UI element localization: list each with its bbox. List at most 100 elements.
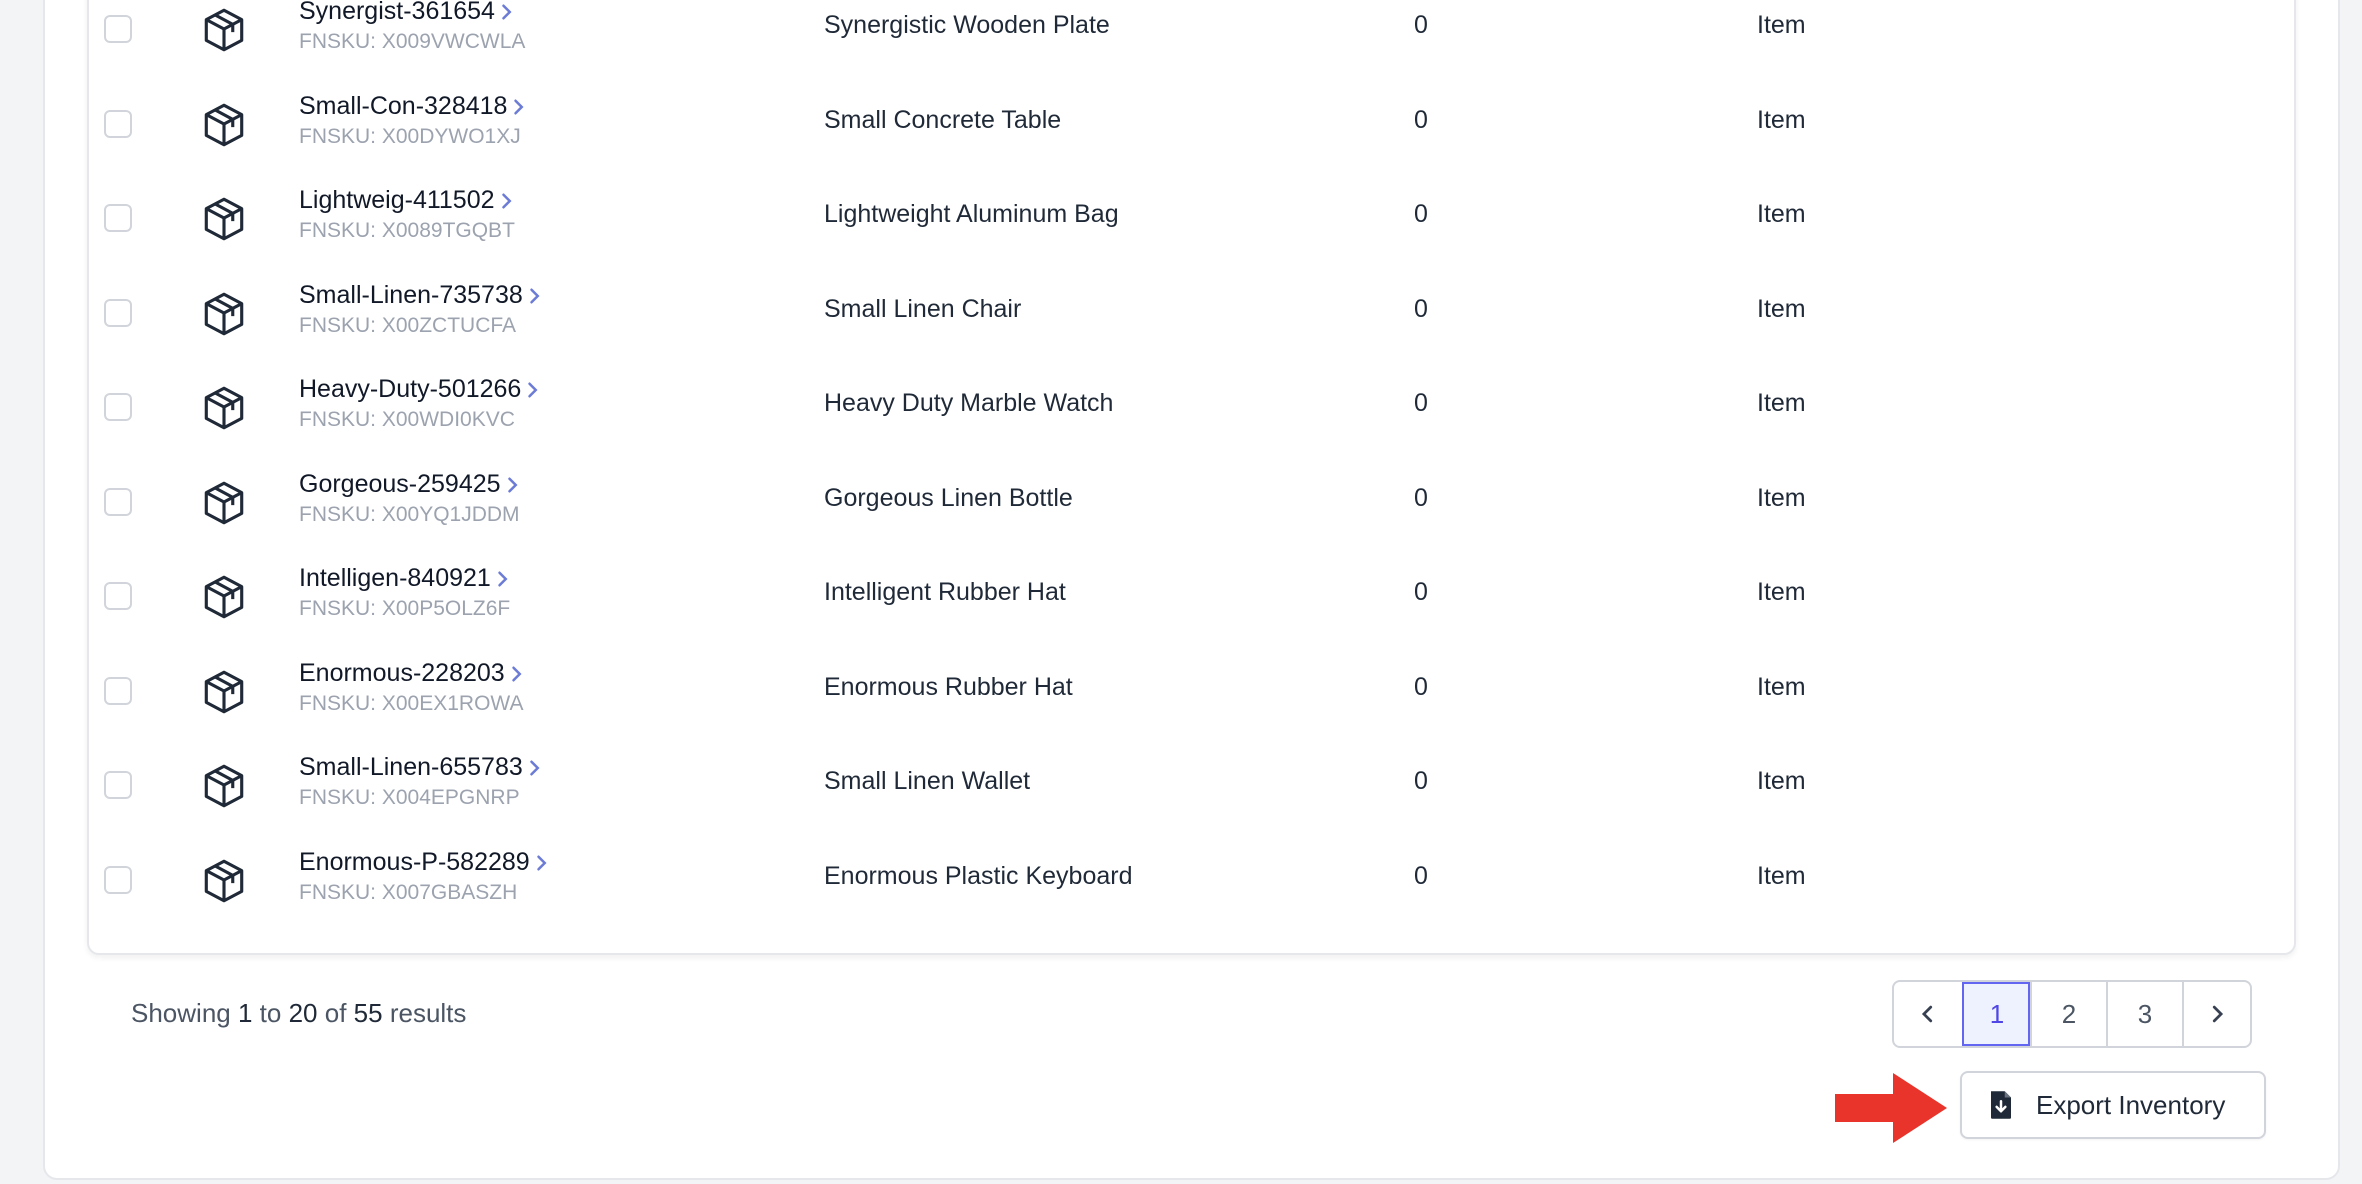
export-inventory-button[interactable]: Export Inventory [1960, 1071, 2266, 1139]
sku-text: Lightweig-411502 [299, 186, 495, 214]
type-value: Item [1757, 483, 1806, 512]
type-value: Item [1757, 861, 1806, 890]
chevron-right-icon [528, 382, 538, 398]
sku-text: Enormous-228203 [299, 658, 505, 687]
row-checkbox[interactable] [104, 582, 132, 610]
table-row: Enormous-P-582289 FNSKU: X007GBASZH Enor… [89, 842, 2294, 936]
fnsku-text: FNSKU: X00EX1ROWA [299, 691, 524, 715]
chevron-right-icon [2212, 1005, 2224, 1023]
type-value: Item [1757, 767, 1806, 795]
chevron-right-icon [498, 571, 508, 587]
fnsku-text: FNSKU: X00P5OLZ6F [299, 597, 511, 620]
results-to: 20 [288, 998, 318, 1028]
quantity-value: 0 [1414, 294, 1428, 323]
sku-text: Small-Linen-735738 [299, 280, 523, 309]
sku-link[interactable]: Small-Linen-735738 [299, 281, 541, 310]
table-row: Heavy-Duty-501266 FNSKU: X00WDI0KVC Heav… [89, 369, 2294, 463]
page-button-3[interactable]: 3 [2106, 982, 2182, 1046]
to-label: to [259, 998, 282, 1028]
results-total: 55 [353, 998, 383, 1028]
sku-cell: Enormous-228203 FNSKU: X00EX1ROWA [299, 659, 523, 716]
type-value: Item [1757, 105, 1806, 134]
sku-text: Synergist-361654 [299, 0, 495, 25]
sku-link[interactable]: Lightweig-411502 [299, 186, 515, 215]
type-value: Item [1757, 389, 1806, 417]
quantity-value: 0 [1414, 578, 1428, 606]
sku-cell: Gorgeous-259425 FNSKU: X00YQ1JDDM [299, 470, 520, 527]
product-title: Small Concrete Table [824, 105, 1062, 134]
of-label: of [324, 998, 347, 1028]
sku-link[interactable]: Intelligen-840921 [299, 564, 510, 593]
page-button-1[interactable]: 1 [1962, 982, 2030, 1046]
product-title: Gorgeous Linen Bottle [824, 483, 1073, 512]
prev-page-button[interactable] [1894, 982, 1962, 1046]
next-page-button[interactable] [2182, 982, 2250, 1046]
package-box-icon [204, 859, 244, 902]
sku-link[interactable]: Gorgeous-259425 [299, 470, 520, 499]
sku-cell: Intelligen-840921 FNSKU: X00P5OLZ6F [299, 564, 510, 621]
table-row: Small-Linen-735738 FNSKU: X00ZCTUCFA Sma… [89, 275, 2294, 369]
quantity-value: 0 [1414, 672, 1428, 701]
product-title: Lightweight Aluminum Bag [824, 200, 1119, 228]
fnsku-text: FNSKU: X00WDI0KVC [299, 408, 515, 431]
quantity-value: 0 [1414, 11, 1428, 39]
table-row: Enormous-228203 FNSKU: X00EX1ROWA Enormo… [89, 653, 2294, 747]
sku-link[interactable]: Heavy-Duty-501266 [299, 375, 539, 404]
row-checkbox[interactable] [104, 393, 132, 421]
row-checkbox[interactable] [104, 204, 132, 232]
results-from: 1 [237, 998, 253, 1028]
row-checkbox[interactable] [104, 298, 132, 327]
fnsku-text: FNSKU: X0089TGQBT [299, 219, 515, 242]
annotation-arrow-icon [1835, 1073, 1947, 1143]
type-value: Item [1757, 11, 1806, 39]
sku-cell: Heavy-Duty-501266 FNSKU: X00WDI0KVC [299, 375, 539, 432]
package-box-icon [204, 103, 244, 146]
fnsku-text: FNSKU: X00DYWO1XJ [299, 124, 521, 148]
sku-link[interactable]: Small-Con-328418 [299, 92, 525, 121]
row-checkbox[interactable] [104, 15, 132, 43]
quantity-value: 0 [1414, 483, 1428, 512]
table-row: Intelligen-840921 FNSKU: X00P5OLZ6F Inte… [89, 558, 2294, 652]
sku-cell: Synergist-361654 FNSKU: X009VWCWLA [299, 0, 525, 54]
file-download-icon [1991, 1091, 2011, 1119]
row-checkbox[interactable] [104, 865, 132, 894]
package-box-icon [204, 386, 244, 430]
type-value: Item [1757, 672, 1806, 701]
quantity-value: 0 [1414, 105, 1428, 134]
showing-label: Showing [131, 998, 231, 1028]
sku-text: Heavy-Duty-501266 [299, 375, 522, 403]
chevron-right-icon [501, 193, 512, 209]
row-checkbox[interactable] [104, 109, 132, 138]
row-checkbox[interactable] [104, 676, 132, 705]
package-box-icon [204, 575, 244, 619]
sku-link[interactable]: Synergist-361654 [299, 0, 525, 26]
fnsku-text: FNSKU: X00ZCTUCFA [299, 313, 517, 337]
package-box-icon [204, 481, 244, 524]
row-checkbox[interactable] [104, 771, 132, 799]
quantity-value: 0 [1414, 200, 1428, 228]
product-title: Enormous Plastic Keyboard [824, 861, 1133, 890]
inventory-table: Synergist-361654 FNSKU: X009VWCWLA Syner… [87, 0, 2296, 955]
chevron-right-icon [502, 4, 512, 20]
sku-text: Small-Con-328418 [299, 91, 508, 120]
chevron-right-icon [514, 99, 524, 115]
sku-link[interactable]: Enormous-P-582289 [299, 848, 548, 877]
chevron-right-icon [536, 855, 547, 871]
product-title: Enormous Rubber Hat [824, 672, 1073, 701]
product-title: Heavy Duty Marble Watch [824, 389, 1114, 417]
type-value: Item [1757, 578, 1806, 606]
table-row: Lightweig-411502 FNSKU: X0089TGQBT Light… [89, 180, 2294, 274]
sku-link[interactable]: Enormous-228203 [299, 659, 523, 688]
row-checkbox[interactable] [104, 487, 132, 516]
sku-cell: Small-Linen-735738 FNSKU: X00ZCTUCFA [299, 281, 541, 338]
page-button-2[interactable]: 2 [2030, 982, 2106, 1046]
product-title: Small Linen Wallet [824, 767, 1031, 795]
pagination: 1 2 3 [1892, 980, 2252, 1048]
fnsku-text: FNSKU: X007GBASZH [299, 880, 518, 904]
quantity-value: 0 [1414, 861, 1428, 890]
chevron-left-icon [1921, 1005, 1933, 1023]
quantity-value: 0 [1414, 389, 1428, 417]
product-title: Intelligent Rubber Hat [824, 578, 1066, 606]
sku-link[interactable]: Small-Linen-655783 [299, 753, 541, 782]
table-row: Small-Con-328418 FNSKU: X00DYWO1XJ Small… [89, 86, 2294, 180]
